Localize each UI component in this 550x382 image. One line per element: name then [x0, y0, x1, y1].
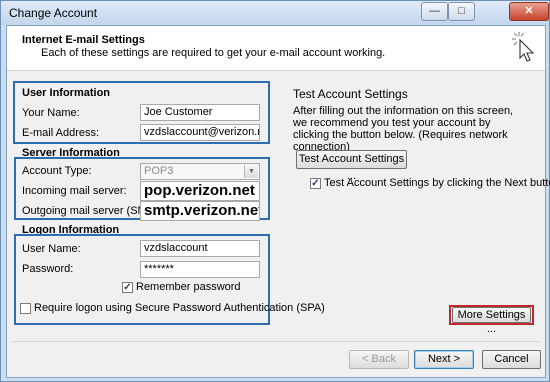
chevron-down-icon: ▼: [244, 165, 258, 178]
your-name-input[interactable]: Joe Customer: [140, 104, 260, 121]
cursor-click-icon: [512, 32, 535, 62]
account-type-label: Account Type:: [22, 165, 92, 177]
outgoing-server-input[interactable]: smtp.verizon.net: [140, 201, 260, 221]
remember-password-label: Remember password: [136, 281, 241, 293]
window-title: Change Account: [9, 6, 98, 20]
test-account-description: After filling out the information on thi…: [293, 105, 514, 153]
spa-label: Require logon using Secure Password Auth…: [34, 302, 325, 314]
test-account-heading: Test Account Settings: [293, 87, 408, 101]
dialog-header: Internet E-mail Settings Each of these s…: [7, 26, 545, 71]
footer-divider: [12, 341, 540, 342]
account-type-select: POP3 ▼: [140, 163, 260, 180]
your-name-label: Your Name:: [22, 107, 80, 119]
close-button[interactable]: ✕: [509, 2, 549, 21]
email-address-label: E-mail Address:: [22, 127, 100, 139]
account-type-value: POP3: [144, 165, 174, 177]
user-name-label: User Name:: [22, 243, 81, 255]
header-subtitle: Each of these settings are required to g…: [41, 47, 386, 59]
header-title: Internet E-mail Settings: [22, 34, 145, 46]
maximize-button[interactable]: □: [448, 2, 475, 21]
test-on-next-checkbox[interactable]: ✓: [310, 178, 321, 189]
checkmark-icon: ✓: [311, 178, 320, 189]
email-address-input[interactable]: vzdslaccount@verizon.net: [140, 124, 260, 141]
change-account-window: Change Account — □ ✕ Internet E-mail Set…: [0, 0, 550, 382]
minimize-button[interactable]: —: [421, 2, 448, 21]
title-bar: Change Account — □ ✕: [1, 1, 549, 25]
back-button[interactable]: < Back: [349, 350, 409, 369]
user-information-heading: User Information: [22, 87, 111, 99]
user-name-input[interactable]: vzdslaccount: [140, 240, 260, 257]
remember-password-checkbox[interactable]: ✓: [122, 282, 133, 293]
cancel-button[interactable]: Cancel: [482, 350, 541, 369]
test-on-next-label: Test Account Settings by clicking the Ne…: [324, 177, 550, 189]
incoming-server-label: Incoming mail server:: [22, 185, 127, 197]
incoming-server-input[interactable]: pop.verizon.net: [140, 181, 260, 201]
password-label: Password:: [22, 263, 74, 275]
dialog-body: Internet E-mail Settings Each of these s…: [6, 25, 550, 378]
checkmark-icon: ✓: [123, 282, 132, 293]
password-input[interactable]: *******: [140, 261, 260, 278]
test-account-settings-button[interactable]: Test Account Settings ...: [296, 150, 407, 182]
spa-checkbox[interactable]: [20, 303, 31, 314]
more-settings-button[interactable]: More Settings ...: [452, 307, 531, 335]
next-button[interactable]: Next >: [414, 350, 474, 369]
